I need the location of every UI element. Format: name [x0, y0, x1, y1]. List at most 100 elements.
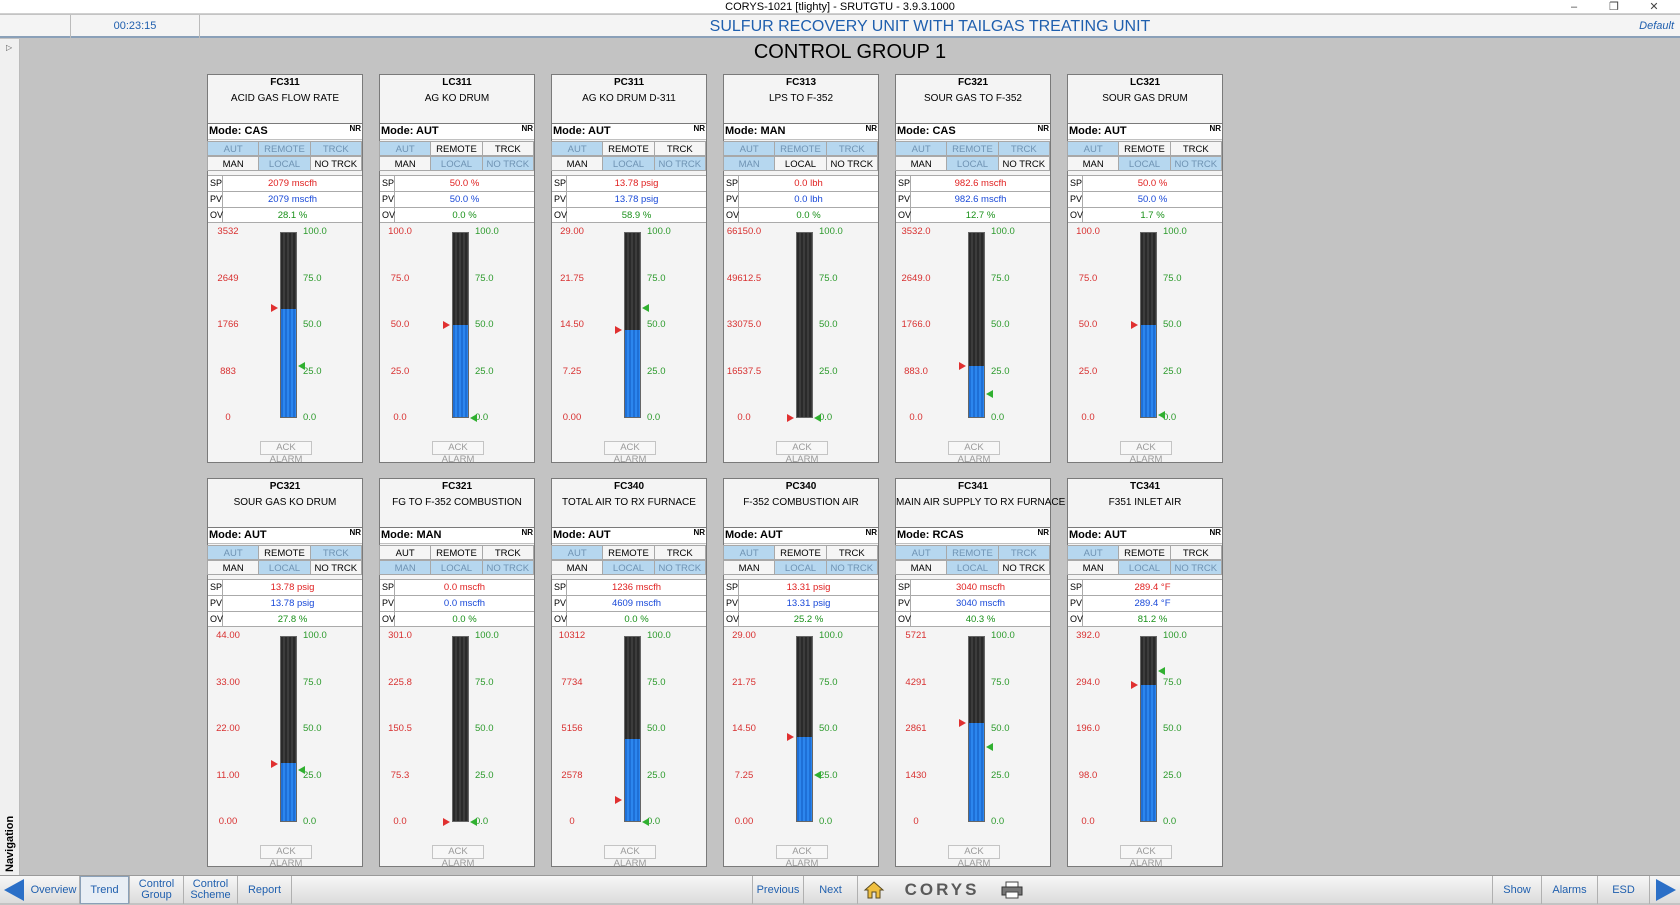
sp-value[interactable]: 13.31 psig [739, 580, 878, 595]
ov-marker[interactable] [642, 818, 649, 826]
faceplate-tc341[interactable]: TC341 F351 INLET AIR Mode: AUT NR AUT REMOTE T… [1067, 478, 1223, 869]
ov-marker[interactable] [986, 743, 993, 752]
mode-local-button[interactable]: LOCAL [258, 156, 311, 171]
sp-marker[interactable] [1131, 680, 1138, 689]
mode-aut-button[interactable]: AUT [723, 545, 776, 560]
ov-value[interactable]: 0.0 % [395, 208, 534, 222]
mode-local-button[interactable]: LOCAL [258, 560, 311, 575]
mode-man-button[interactable]: MAN [1067, 156, 1120, 171]
sp-marker[interactable] [443, 321, 450, 329]
mode-trck-button[interactable]: TRCK [1169, 545, 1222, 560]
mode-notrck-button[interactable]: NO TRCK [825, 560, 878, 575]
alarms-button[interactable]: Alarms [1542, 876, 1598, 904]
faceplate-header[interactable]: FC341 MAIN AIR SUPPLY TO RX FURNACE [896, 479, 1065, 528]
mode-notrck-button[interactable]: NO TRCK [653, 156, 706, 171]
mode-man-button[interactable]: MAN [723, 156, 776, 171]
faceplate-header[interactable]: LC321 SOUR GAS DRUM [1068, 75, 1222, 124]
ov-value[interactable]: 27.8 % [223, 612, 362, 626]
sp-value[interactable]: 982.6 mscfh [911, 176, 1050, 191]
ov-marker[interactable] [814, 414, 821, 422]
sp-value[interactable]: 0.0 mscfh [395, 580, 534, 595]
ov-value[interactable]: 25.2 % [739, 612, 878, 626]
mode-aut-button[interactable]: AUT [551, 141, 604, 156]
print-icon[interactable] [1000, 881, 1024, 899]
sp-marker[interactable] [1131, 321, 1138, 329]
ov-marker[interactable] [298, 766, 305, 775]
mode-aut-button[interactable]: AUT [895, 141, 948, 156]
mode-trck-button[interactable]: TRCK [825, 545, 878, 560]
mode-trck-button[interactable]: TRCK [653, 545, 706, 560]
mode-man-button[interactable]: MAN [723, 560, 776, 575]
mode-notrck-button[interactable]: NO TRCK [481, 156, 534, 171]
ov-marker[interactable] [986, 390, 993, 399]
close-icon[interactable]: ✕ [1640, 0, 1668, 14]
sp-marker[interactable] [615, 795, 622, 804]
ov-marker[interactable] [298, 361, 305, 370]
mode-remote-button[interactable]: REMOTE [1118, 545, 1171, 560]
mode-man-button[interactable]: MAN [551, 156, 604, 171]
nav-forward-icon[interactable] [1656, 879, 1676, 901]
navigation-sidebar[interactable]: ▷ Navigation [0, 39, 20, 875]
mode-man-button[interactable]: MAN [551, 560, 604, 575]
mode-local-button[interactable]: LOCAL [774, 156, 827, 171]
mode-trck-button[interactable]: TRCK [653, 141, 706, 156]
mode-notrck-button[interactable]: NO TRCK [309, 156, 362, 171]
faceplate-fc311[interactable]: FC311 ACID GAS FLOW RATE Mode: CAS NR AUT REM… [207, 74, 363, 465]
sp-value[interactable]: 50.0 % [1083, 176, 1222, 191]
mode-aut-button[interactable]: AUT [895, 545, 948, 560]
faceplate-fc340[interactable]: FC340 TOTAL AIR TO RX FURNACE Mode: AUT NR A… [551, 478, 707, 869]
sp-marker[interactable] [959, 362, 966, 371]
sp-value[interactable]: 0.0 lbh [739, 176, 878, 191]
sp-value[interactable]: 1236 mscfh [567, 580, 706, 595]
ov-marker[interactable] [814, 771, 821, 780]
mode-man-button[interactable]: MAN [207, 560, 260, 575]
mode-remote-button[interactable]: REMOTE [258, 141, 311, 156]
mode-aut-button[interactable]: AUT [551, 545, 604, 560]
sp-value[interactable]: 13.78 psig [567, 176, 706, 191]
ov-marker[interactable] [1158, 666, 1165, 675]
faceplate-pc340[interactable]: PC340 F-352 COMBUSTION AIR Mode: AUT NR AUT R… [723, 478, 879, 869]
ov-value[interactable]: 1.7 % [1083, 208, 1222, 222]
mode-notrck-button[interactable]: NO TRCK [825, 156, 878, 171]
ov-value[interactable]: 0.0 % [567, 612, 706, 626]
faceplate-fc341[interactable]: FC341 MAIN AIR SUPPLY TO RX FURNACE Mode: … [895, 478, 1065, 869]
control-scheme-button[interactable]: Control Scheme [184, 876, 238, 904]
ack-alarm-button[interactable]: ACK ALARM [1120, 845, 1172, 869]
mode-aut-button[interactable]: AUT [1067, 141, 1120, 156]
mode-aut-button[interactable]: AUT [207, 141, 260, 156]
mode-trck-button[interactable]: TRCK [997, 141, 1050, 156]
mode-trck-button[interactable]: TRCK [309, 141, 362, 156]
ov-value[interactable]: 81.2 % [1083, 612, 1222, 626]
sp-value[interactable]: 289.4 °F [1083, 580, 1222, 595]
sp-marker[interactable] [271, 304, 278, 313]
ov-value[interactable]: 40.3 % [911, 612, 1050, 626]
sp-value[interactable]: 50.0 % [395, 176, 534, 191]
overview-button[interactable]: Overview [28, 876, 80, 904]
ack-alarm-button[interactable]: ACK ALARM [776, 845, 828, 869]
faceplate-fc321[interactable]: FC321 SOUR GAS TO F-352 Mode: CAS NR AUT REMO… [895, 74, 1051, 465]
ack-alarm-button[interactable]: ACK ALARM [776, 441, 828, 465]
navigation-label[interactable]: Navigation [4, 816, 16, 872]
mode-trck-button[interactable]: TRCK [1169, 141, 1222, 156]
mode-aut-button[interactable]: AUT [1067, 545, 1120, 560]
mode-notrck-button[interactable]: NO TRCK [1169, 560, 1222, 575]
ack-alarm-button[interactable]: ACK ALARM [604, 845, 656, 869]
ack-alarm-button[interactable]: ACK ALARM [948, 441, 1000, 465]
esd-button[interactable]: ESD [1598, 876, 1650, 904]
report-button[interactable]: Report [238, 876, 292, 904]
mode-aut-button[interactable]: AUT [207, 545, 260, 560]
sp-marker[interactable] [787, 732, 794, 741]
mode-notrck-button[interactable]: NO TRCK [997, 560, 1050, 575]
faceplate-pc311[interactable]: PC311 AG KO DRUM D-311 Mode: AUT NR AUT REMOT… [551, 74, 707, 465]
expand-nav-icon[interactable]: ▷ [6, 43, 12, 52]
mode-local-button[interactable]: LOCAL [1118, 156, 1171, 171]
mode-man-button[interactable]: MAN [379, 156, 432, 171]
home-icon[interactable] [862, 880, 886, 900]
sp-marker[interactable] [959, 719, 966, 728]
sp-marker[interactable] [271, 759, 278, 768]
faceplate-header[interactable]: PC321 SOUR GAS KO DRUM [208, 479, 362, 528]
mode-man-button[interactable]: MAN [1067, 560, 1120, 575]
ov-marker[interactable] [470, 414, 477, 422]
mode-local-button[interactable]: LOCAL [602, 156, 655, 171]
faceplate-header[interactable]: FC311 ACID GAS FLOW RATE [208, 75, 362, 124]
